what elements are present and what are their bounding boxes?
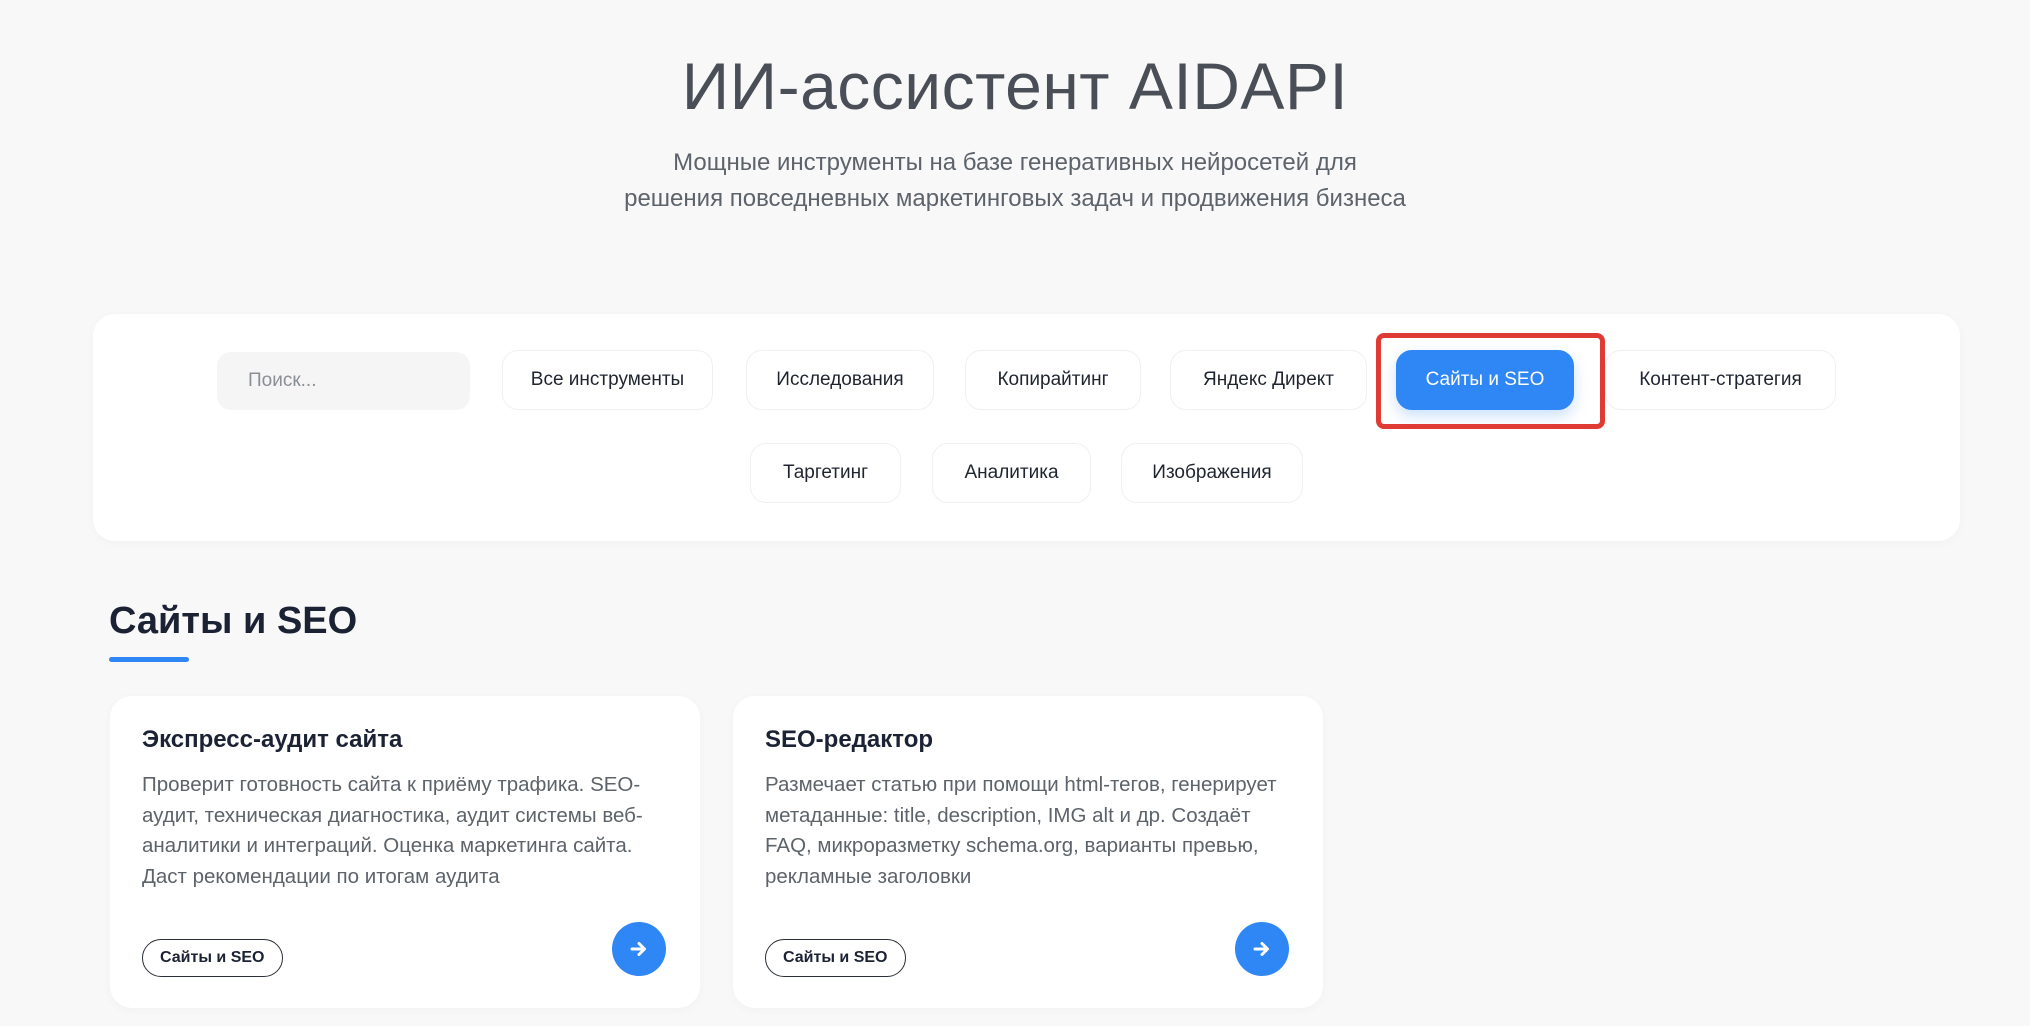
filter-chip-copywriting[interactable]: Копирайтинг <box>965 350 1141 410</box>
arrow-right-icon <box>1253 942 1269 956</box>
filter-chip-images[interactable]: Изображения <box>1121 443 1303 503</box>
filter-chip-all-tools[interactable]: Все инструменты <box>502 350 713 410</box>
card-title: Экспресс-аудит сайта <box>142 726 403 753</box>
card-description: Проверит готовность сайта к приёму трафи… <box>142 773 643 888</box>
arrow-right-icon <box>630 942 646 956</box>
open-tool-button[interactable] <box>1235 922 1289 976</box>
open-tool-button[interactable] <box>612 922 666 976</box>
subtitle-line-1: Мощные инструменты на базе генеративных … <box>673 149 1357 176</box>
page-title: ИИ-ассистент AIDAPI <box>681 49 1349 123</box>
filter-chip-research[interactable]: Исследования <box>746 350 934 410</box>
search-input[interactable] <box>217 352 470 410</box>
section-underline <box>109 657 189 662</box>
filter-chip-sites-seo[interactable]: Сайты и SEO <box>1396 350 1574 410</box>
card-title: SEO-редактор <box>765 726 934 753</box>
tool-card-express-audit[interactable]: Экспресс-аудит сайта Проверит готовность… <box>110 696 700 1008</box>
filter-chip-yandex-direct[interactable]: Яндекс Директ <box>1170 350 1367 410</box>
page-subtitle: Мощные инструменты на базе генеративных … <box>0 145 2030 217</box>
card-description: Размечает статью при помощи html-тегов, … <box>765 773 1277 888</box>
subtitle-line-2: решения повседневных маркетинговых задач… <box>624 185 1406 212</box>
filter-panel <box>93 314 1960 541</box>
card-category-tag[interactable]: Сайты и SEO <box>142 939 283 977</box>
section-title: Сайты и SEO <box>109 600 358 642</box>
card-category-tag[interactable]: Сайты и SEO <box>765 939 906 977</box>
filter-chip-targeting[interactable]: Таргетинг <box>750 443 901 503</box>
filter-chip-content-strategy[interactable]: Контент-стратегия <box>1605 350 1836 410</box>
tool-card-seo-editor[interactable]: SEO-редактор Размечает статью при помощи… <box>733 696 1323 1008</box>
filter-chip-analytics[interactable]: Аналитика <box>932 443 1091 503</box>
